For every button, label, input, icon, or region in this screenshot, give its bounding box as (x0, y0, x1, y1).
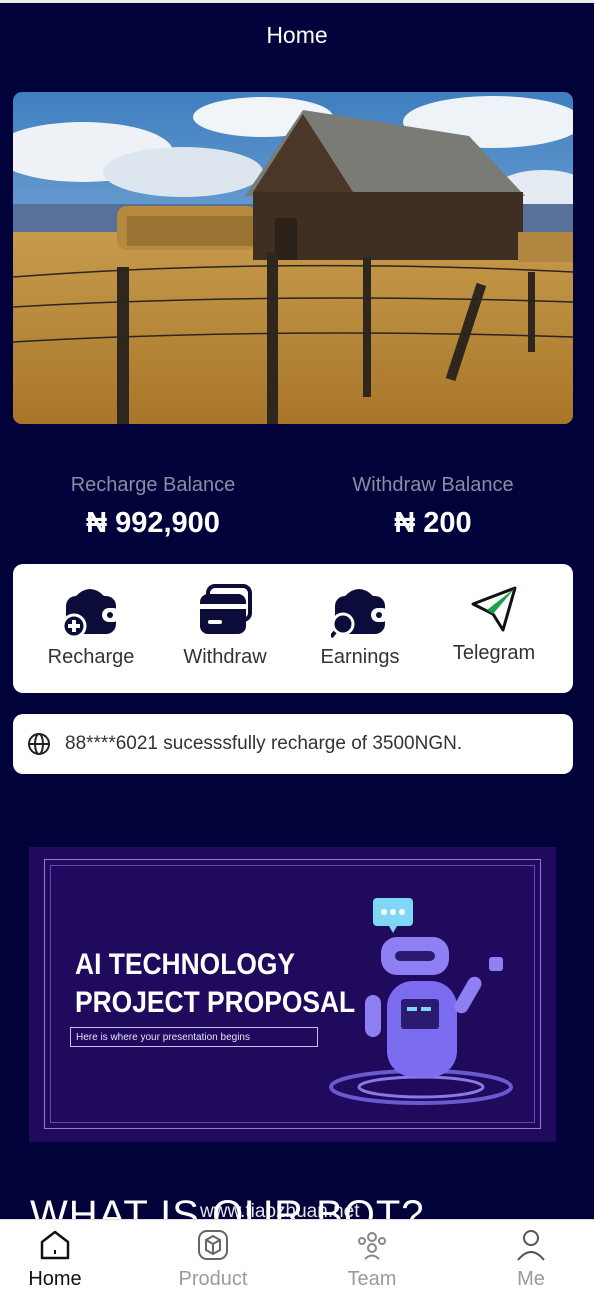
tab-product[interactable]: Product (158, 1228, 268, 1291)
hero-barn-image (13, 92, 573, 424)
ai-proposal-banner[interactable]: AI TECHNOLOGY PROJECT PROPOSAL Here is w… (29, 847, 556, 1142)
recharge-label: Recharge (47, 646, 135, 668)
banner-title-line2: PROJECT PROPOSAL (75, 986, 356, 1019)
banner-title-line1: AI TECHNOLOGY (75, 948, 296, 981)
card-icon (157, 582, 293, 638)
withdraw-button[interactable]: Withdraw (157, 582, 293, 669)
telegram-label: Telegram (452, 642, 536, 664)
recharge-balance: Recharge Balance ₦ 992,900 (13, 474, 293, 540)
tab-team[interactable]: Team (317, 1228, 427, 1291)
tab-home[interactable]: Home (0, 1228, 110, 1291)
tab-me-label: Me (517, 1268, 545, 1290)
banner-subtitle: Here is where your presentation begins (70, 1027, 318, 1047)
banner-title: AI TECHNOLOGY PROJECT PROPOSAL (75, 946, 355, 1022)
recharge-balance-label: Recharge Balance (70, 474, 236, 496)
withdraw-balance: Withdraw Balance ₦ 200 (293, 474, 573, 540)
telegram-button[interactable]: Telegram (426, 582, 562, 665)
top-divider (0, 0, 594, 3)
earnings-button[interactable]: Earnings (292, 582, 428, 669)
notice-text: 88****6021 sucesssfully recharge of 3500… (65, 733, 463, 754)
recharge-button[interactable]: Recharge (23, 582, 159, 669)
withdraw-label: Withdraw (183, 646, 267, 668)
home-icon (0, 1228, 110, 1262)
tab-team-label: Team (347, 1268, 397, 1290)
robot-illustration (329, 895, 519, 1115)
box-icon (158, 1228, 268, 1262)
tab-me[interactable]: Me (476, 1228, 586, 1291)
earnings-label: Earnings (320, 646, 400, 668)
wallet-search-icon (292, 582, 428, 638)
recharge-notice: 88****6021 sucesssfully recharge of 3500… (13, 714, 573, 774)
quick-actions-card: Recharge Withdraw Earnings Telegram (13, 564, 573, 693)
recharge-balance-value: ₦ 992,900 (86, 507, 220, 539)
page-title: Home (266, 22, 328, 48)
telegram-icon (426, 582, 562, 634)
bottom-tab-bar: Home Product Team Me (0, 1219, 594, 1295)
tab-product-label: Product (178, 1268, 248, 1290)
tab-home-label: Home (28, 1268, 82, 1290)
wallet-plus-icon (23, 582, 159, 638)
user-icon (476, 1228, 586, 1262)
withdraw-balance-value: ₦ 200 (394, 507, 472, 539)
withdraw-balance-label: Withdraw Balance (352, 474, 514, 496)
globe-icon (27, 732, 51, 761)
team-icon (317, 1228, 427, 1262)
